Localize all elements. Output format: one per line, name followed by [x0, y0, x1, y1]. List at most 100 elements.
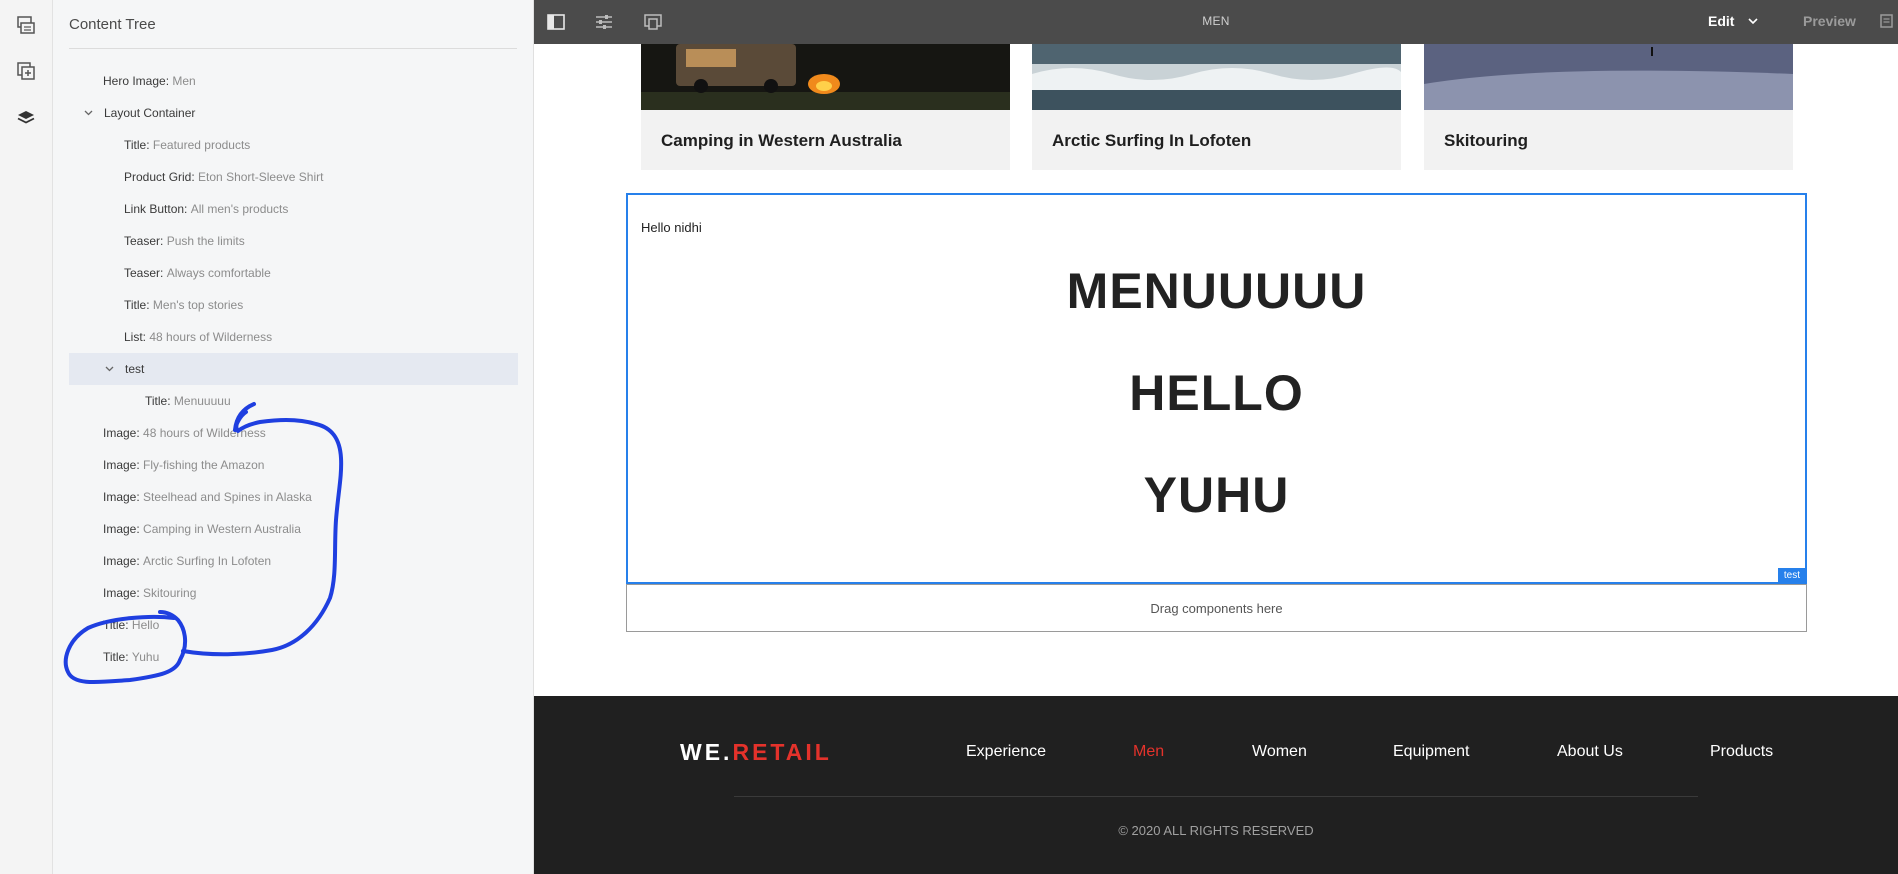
editor-toolbar: MEN Edit Preview — [534, 0, 1898, 44]
card-camping[interactable]: Camping in Western Australia — [641, 44, 1010, 170]
tree-item-test[interactable]: test — [69, 353, 518, 385]
tree-item-image-skitouring[interactable]: Image: Skitouring — [69, 577, 518, 609]
tree-item-layout-container[interactable]: Layout Container — [69, 97, 518, 129]
tree-item-value: 48 hours of Wilderness — [143, 426, 266, 440]
footer-nav-products[interactable]: Products — [1710, 743, 1773, 761]
card-skitouring[interactable]: Skitouring — [1424, 44, 1793, 170]
preview-button[interactable]: Preview — [1803, 13, 1856, 29]
tree-item-value: Push the limits — [166, 234, 245, 248]
tree-item-title-featured[interactable]: Title: Featured products — [69, 129, 518, 161]
annotations-icon[interactable] — [1877, 11, 1898, 33]
chevron-down-icon[interactable] — [104, 364, 114, 374]
logo-retail: RETAIL — [732, 739, 832, 765]
tree-item-label: Image: — [103, 522, 140, 536]
chevron-down-icon[interactable] — [83, 108, 93, 118]
tree-item-title-stories[interactable]: Title: Men's top stories — [69, 289, 518, 321]
footer-nav-men[interactable]: Men — [1133, 743, 1164, 761]
title-hello[interactable]: HELLO — [628, 364, 1805, 422]
tree-item-value: Steelhead and Spines in Alaska — [143, 490, 312, 504]
tree-item-teaser-comfortable[interactable]: Teaser: Always comfortable — [69, 257, 518, 289]
tree-item-title-menu[interactable]: Title: Menuuuuu — [69, 385, 518, 417]
tree-item-value: Eton Short-Sleeve Shirt — [198, 170, 324, 184]
tree-item-image-fly-fishing[interactable]: Image: Fly-fishing the Amazon — [69, 449, 518, 481]
tree-item-label: List: — [124, 330, 147, 344]
tree-item-value: All men's products — [190, 202, 289, 216]
tree-item-image-wilderness[interactable]: Image: 48 hours of Wilderness — [69, 417, 518, 449]
tree-item-value: 48 hours of Wilderness — [149, 330, 273, 344]
tree-item-label: Layout Container — [104, 106, 196, 120]
footer-nav-experience[interactable]: Experience — [966, 743, 1046, 761]
tree-item-label: Image: — [103, 458, 140, 472]
copyright: © 2020 ALL RIGHTS RESERVED — [1118, 823, 1314, 838]
tree-item-title-yuhu[interactable]: Title: Yuhu — [69, 641, 518, 673]
footer-nav-about-us[interactable]: About Us — [1557, 743, 1623, 761]
tree-item-label: Link Button: — [124, 202, 188, 216]
tree-item-product-grid[interactable]: Product Grid: Eton Short-Sleeve Shirt — [69, 161, 518, 193]
tree-item-label: Title: — [124, 298, 150, 312]
tree-item-value: Fly-fishing the Amazon — [143, 458, 265, 472]
page-title: MEN — [1202, 14, 1230, 28]
tree-item-image-steelhead[interactable]: Image: Steelhead and Spines in Alaska — [69, 481, 518, 513]
drag-components-placeholder[interactable]: Drag components here — [626, 584, 1807, 632]
test-container[interactable]: Hello nidhi MENUUUUU HELLO YUHU test — [626, 193, 1807, 584]
tree-item-label: Teaser: — [124, 234, 164, 248]
tree-item-label: Title: — [124, 138, 150, 152]
tree-item-teaser-limits[interactable]: Teaser: Push the limits — [69, 225, 518, 257]
tree-item-label: Product Grid: — [124, 170, 195, 184]
tree-item-value: Always comfortable — [166, 266, 271, 280]
edit-mode-dropdown[interactable]: Edit — [1708, 13, 1759, 29]
card-image — [641, 44, 1010, 110]
hello-text: Hello nidhi — [641, 220, 702, 235]
card-image — [1032, 44, 1401, 110]
card-image — [1424, 44, 1793, 110]
tree-item-label: Title: — [103, 618, 129, 632]
tree-item-hero-image[interactable]: Hero Image: Men — [69, 65, 518, 97]
tree-item-value: Camping in Western Australia — [143, 522, 301, 536]
tree-item-image-camping[interactable]: Image: Camping in Western Australia — [69, 513, 518, 545]
tree-item-value: Men's top stories — [152, 298, 244, 312]
card-title: Camping in Western Australia — [661, 131, 902, 150]
tree-item-value: Menuuuuu — [173, 394, 231, 408]
footer-nav-women[interactable]: Women — [1252, 743, 1307, 761]
tree-item-value: Skitouring — [143, 586, 197, 600]
page-canvas: Camping in Western Australia Arctic Surf… — [534, 44, 1898, 874]
edit-mode-label: Edit — [1708, 13, 1735, 29]
tree-item-label: Title: — [145, 394, 171, 408]
side-rail — [0, 0, 53, 874]
tree-item-value: Yuhu — [131, 650, 160, 664]
logo-we: WE. — [680, 739, 733, 765]
page-info-icon[interactable] — [14, 13, 38, 37]
title-menuuuuu[interactable]: MENUUUUU — [628, 262, 1805, 320]
tree-item-label: Teaser: — [124, 266, 164, 280]
tree-item-label: Image: — [103, 554, 140, 568]
layers-icon[interactable] — [14, 106, 38, 130]
card-surfing[interactable]: Arctic Surfing In Lofoten — [1032, 44, 1401, 170]
chevron-down-icon — [1748, 17, 1759, 25]
tree-item-label: Hero Image: — [103, 74, 170, 88]
tree-item-value: Featured products — [152, 138, 251, 152]
footer-divider — [734, 796, 1698, 797]
tree-item-image-surfing[interactable]: Image: Arctic Surfing In Lofoten — [69, 545, 518, 577]
tree-item-value: Men — [172, 74, 196, 88]
panel-title: Content Tree — [69, 16, 156, 33]
tree-item-label: Image: — [103, 426, 140, 440]
site-footer: WE.RETAIL Experience Men Women Equipment… — [534, 696, 1898, 874]
tree-item-label: Image: — [103, 490, 140, 504]
panel-divider — [69, 48, 517, 49]
component-tag: test — [1777, 568, 1806, 583]
we-retail-logo[interactable]: WE.RETAIL — [680, 739, 832, 766]
tree-item-value: Hello — [131, 618, 160, 632]
tree-item-label: Title: — [103, 650, 129, 664]
title-yuhu[interactable]: YUHU — [628, 466, 1805, 524]
footer-nav-equipment[interactable]: Equipment — [1393, 743, 1470, 761]
tree-item-label: test — [125, 362, 145, 376]
tree-item-value: Arctic Surfing In Lofoten — [143, 554, 272, 568]
content-tree-panel: Content Tree Hero Image: Men Layout Cont… — [53, 0, 534, 874]
card-title: Skitouring — [1444, 131, 1529, 150]
components-icon[interactable] — [14, 59, 38, 83]
tree-item-link-button[interactable]: Link Button: All men's products — [69, 193, 518, 225]
card-title: Arctic Surfing In Lofoten — [1052, 131, 1252, 150]
tree-item-label: Image: — [103, 586, 140, 600]
tree-item-list[interactable]: List: 48 hours of Wilderness — [69, 321, 518, 353]
tree-item-title-hello[interactable]: Title: Hello — [69, 609, 518, 641]
